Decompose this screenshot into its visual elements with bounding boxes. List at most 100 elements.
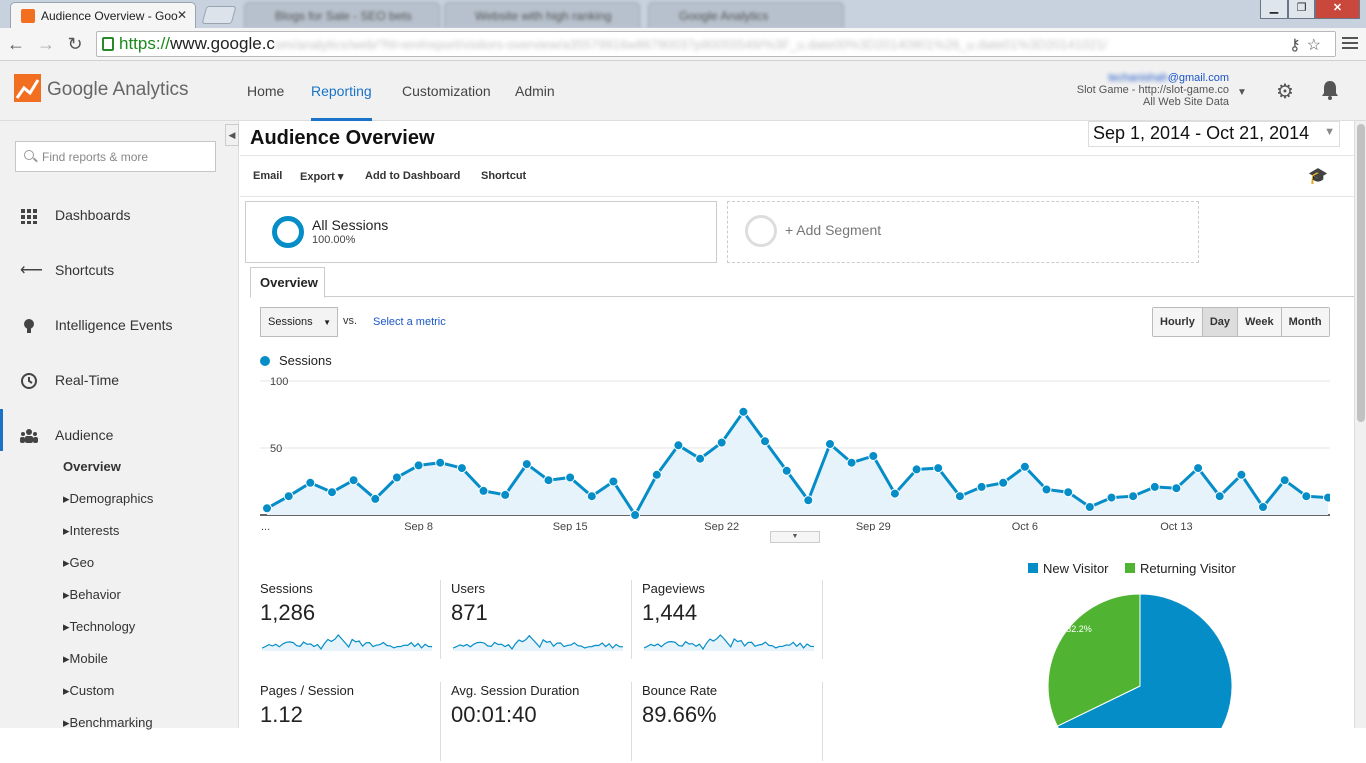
browser-tab-active[interactable]: Audience Overview - Goo ✕ bbox=[10, 2, 196, 28]
stat-pageviews[interactable]: Pageviews 1,444 bbox=[642, 581, 822, 661]
data-point[interactable] bbox=[1236, 469, 1247, 480]
data-point[interactable] bbox=[954, 491, 965, 502]
data-point[interactable] bbox=[781, 465, 792, 476]
sidebar-sub-benchmarking[interactable]: ▸Benchmarking bbox=[63, 715, 153, 731]
sidebar-sub-custom[interactable]: ▸Custom bbox=[63, 683, 114, 699]
data-point[interactable] bbox=[1041, 484, 1052, 495]
shortcut-button[interactable]: Shortcut bbox=[481, 170, 526, 182]
chrome-menu-icon[interactable] bbox=[1342, 35, 1358, 51]
sidebar-sub-overview[interactable]: Overview bbox=[63, 459, 121, 474]
data-point[interactable] bbox=[305, 477, 316, 488]
data-point[interactable] bbox=[370, 493, 381, 504]
page-scrollbar[interactable] bbox=[1354, 121, 1366, 728]
data-point[interactable] bbox=[435, 457, 446, 468]
data-point[interactable] bbox=[803, 495, 814, 506]
export-button[interactable]: Export ▾ bbox=[300, 170, 343, 183]
sidebar-item-shortcuts[interactable]: ⟵ Shortcuts bbox=[0, 256, 238, 286]
sidebar-item-intelligence[interactable]: Intelligence Events bbox=[0, 311, 238, 341]
date-range-picker[interactable]: Sep 1, 2014 - Oct 21, 2014 ▼ bbox=[1088, 121, 1340, 147]
data-point[interactable] bbox=[586, 491, 597, 502]
scrollbar-thumb[interactable] bbox=[1357, 124, 1365, 422]
sidebar-sub-interests[interactable]: ▸Interests bbox=[63, 523, 119, 539]
bell-icon[interactable] bbox=[1321, 80, 1339, 100]
sidebar-item-dashboards[interactable]: Dashboards bbox=[0, 201, 238, 231]
visitor-type-pie-chart[interactable]: 67.8%32.2% bbox=[1048, 594, 1232, 728]
data-point[interactable] bbox=[868, 451, 879, 461]
metric-dropdown[interactable]: Sessions ▼ bbox=[260, 307, 338, 337]
pie-legend-returning[interactable]: Returning Visitor bbox=[1125, 561, 1236, 576]
data-point[interactable] bbox=[521, 459, 532, 470]
sidebar-sub-mobile[interactable]: ▸Mobile bbox=[63, 651, 108, 667]
data-point[interactable] bbox=[760, 436, 770, 447]
maximize-button[interactable]: ❐ bbox=[1288, 0, 1315, 19]
data-point[interactable] bbox=[565, 472, 576, 483]
tab-close-icon[interactable]: ✕ bbox=[177, 8, 187, 22]
gear-icon[interactable]: ⚙ bbox=[1276, 79, 1294, 104]
sidebar-sub-technology[interactable]: ▸Technology bbox=[63, 619, 135, 635]
nav-reporting[interactable]: Reporting bbox=[311, 83, 372, 99]
account-caret-icon[interactable]: ▼ bbox=[1237, 87, 1247, 98]
data-point[interactable] bbox=[846, 457, 857, 468]
hourly-button[interactable]: Hourly bbox=[1153, 308, 1203, 336]
forward-arrow-icon[interactable]: → bbox=[34, 33, 58, 55]
week-button[interactable]: Week bbox=[1238, 308, 1282, 336]
add-to-dashboard-button[interactable]: Add to Dashboard bbox=[365, 170, 460, 182]
chart-expand-toggle[interactable]: ▼ bbox=[770, 531, 820, 543]
reload-icon[interactable]: ↻ bbox=[63, 33, 87, 55]
ga-logo-text[interactable]: Google Analytics bbox=[47, 79, 189, 101]
month-button[interactable]: Month bbox=[1281, 308, 1329, 336]
data-point[interactable] bbox=[911, 464, 922, 475]
window-close-button[interactable]: ✕ bbox=[1315, 0, 1360, 19]
data-point[interactable] bbox=[608, 476, 619, 487]
data-point[interactable] bbox=[1171, 483, 1182, 494]
sidebar-item-realtime[interactable]: Real-Time bbox=[0, 366, 238, 396]
data-point[interactable] bbox=[1258, 502, 1268, 512]
data-point[interactable] bbox=[283, 491, 294, 502]
browser-tab-website[interactable]: Website with high ranking bbox=[444, 2, 640, 28]
sidebar-sub-geo[interactable]: ▸Geo bbox=[63, 555, 94, 571]
stat-avg-session-duration[interactable]: Avg. Session Duration 00:01:40 bbox=[451, 683, 631, 763]
data-point[interactable] bbox=[500, 489, 511, 500]
data-point[interactable] bbox=[933, 463, 944, 474]
data-point[interactable] bbox=[1323, 492, 1331, 503]
data-point[interactable] bbox=[630, 510, 641, 520]
day-button[interactable]: Day bbox=[1202, 308, 1239, 336]
sidebar-collapse-button[interactable]: ◀ bbox=[225, 124, 239, 146]
data-point[interactable] bbox=[976, 481, 987, 492]
data-point[interactable] bbox=[695, 453, 706, 464]
data-point[interactable] bbox=[825, 439, 835, 449]
graduation-cap-icon[interactable]: 🎓 bbox=[1308, 166, 1328, 186]
data-point[interactable] bbox=[1214, 491, 1225, 502]
account-selector[interactable]: techanishah@gmail.com Slot Game - http:/… bbox=[1077, 72, 1229, 108]
data-point[interactable] bbox=[1128, 491, 1139, 502]
stat-users[interactable]: Users 871 bbox=[451, 581, 631, 661]
data-point[interactable] bbox=[1063, 487, 1074, 498]
stat-bounce-rate[interactable]: Bounce Rate 89.66% bbox=[642, 683, 822, 763]
data-point[interactable] bbox=[456, 463, 467, 474]
sidebar-sub-demographics[interactable]: ▸Demographics bbox=[63, 491, 153, 507]
nav-admin[interactable]: Admin bbox=[515, 83, 555, 99]
key-icon[interactable]: ⚷ bbox=[1289, 37, 1307, 54]
new-tab-button[interactable] bbox=[201, 6, 237, 24]
data-point[interactable] bbox=[998, 477, 1009, 488]
stat-pages-per-session[interactable]: Pages / Session 1.12 bbox=[260, 683, 440, 763]
pie-legend-new[interactable]: New Visitor bbox=[1028, 561, 1109, 576]
data-point[interactable] bbox=[478, 485, 489, 496]
back-arrow-icon[interactable]: ← bbox=[4, 33, 28, 55]
tab-overview[interactable]: Overview bbox=[250, 267, 325, 298]
data-point[interactable] bbox=[262, 503, 272, 514]
data-point[interactable] bbox=[1019, 461, 1030, 472]
stat-sessions[interactable]: Sessions 1,286 bbox=[260, 581, 440, 661]
data-point[interactable] bbox=[1084, 502, 1095, 512]
sessions-line-chart[interactable]: 100 50... Sep 8 Sep 15 Sep 22 Sep 29 Oct 6 Oct … bbox=[260, 371, 1330, 531]
nav-home[interactable]: Home bbox=[247, 83, 284, 99]
data-point[interactable] bbox=[673, 440, 684, 451]
data-point[interactable] bbox=[543, 475, 554, 486]
add-segment-button[interactable]: + Add Segment bbox=[727, 201, 1199, 263]
data-point[interactable] bbox=[651, 469, 662, 480]
data-point[interactable] bbox=[1106, 492, 1117, 503]
data-point[interactable] bbox=[327, 487, 337, 498]
data-point[interactable] bbox=[889, 488, 900, 499]
data-point[interactable] bbox=[716, 437, 727, 448]
data-point[interactable] bbox=[738, 406, 749, 417]
